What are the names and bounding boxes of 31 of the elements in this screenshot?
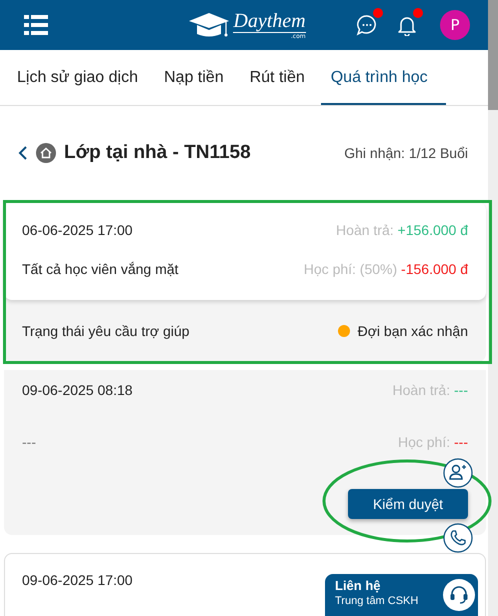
tab[interactable]: Nạp tiền [154, 50, 234, 105]
house-icon [36, 143, 56, 163]
refund-amount: Hoàn trả: +156.000 đ [336, 222, 468, 238]
review-button[interactable]: Kiểm duyệt [348, 489, 468, 519]
help-status-label: Trạng thái yêu cầu trợ giúp [22, 323, 190, 339]
chat-icon[interactable] [356, 14, 378, 36]
fee-amount: Học phí: --- [398, 434, 468, 450]
session-note: Tất cả học viên vắng mặt [22, 261, 178, 277]
tab[interactable]: Lịch sử giao dịch [7, 50, 148, 105]
contact-title: Liên hệ [335, 578, 382, 593]
avatar[interactable]: P [440, 10, 470, 40]
refund-amount: Hoàn trả: --- [392, 382, 468, 398]
class-title: Lớp tại nhà - TN1158 [64, 142, 251, 164]
tab[interactable]: Rút tiền [240, 50, 315, 105]
session-datetime: 09-06-2025 08:18 [22, 382, 133, 398]
help-status: Đợi bạn xác nhận [358, 323, 468, 339]
phone-icon[interactable] [443, 523, 473, 553]
back-icon[interactable] [18, 145, 28, 161]
session-datetime: 09-06-2025 17:00 [22, 572, 133, 588]
logo-text: Daythem [233, 10, 306, 33]
fee-amount: Học phí: (50%) -156.000 đ [304, 261, 468, 277]
contact-button[interactable]: Liên hệ Trung tâm CSKH [325, 574, 478, 616]
session-count: Ghi nhận: 1/12 Buổi [344, 145, 468, 161]
session-note: --- [22, 434, 36, 450]
tab[interactable]: Quá trình học [320, 50, 446, 105]
menu-icon[interactable] [24, 14, 48, 36]
add-user-icon[interactable] [443, 458, 473, 488]
contact-subtitle: Trung tâm CSKH [335, 595, 418, 607]
graduation-cap-icon [188, 12, 230, 38]
session-datetime: 06-06-2025 17:00 [22, 222, 133, 238]
headset-icon [442, 578, 476, 612]
